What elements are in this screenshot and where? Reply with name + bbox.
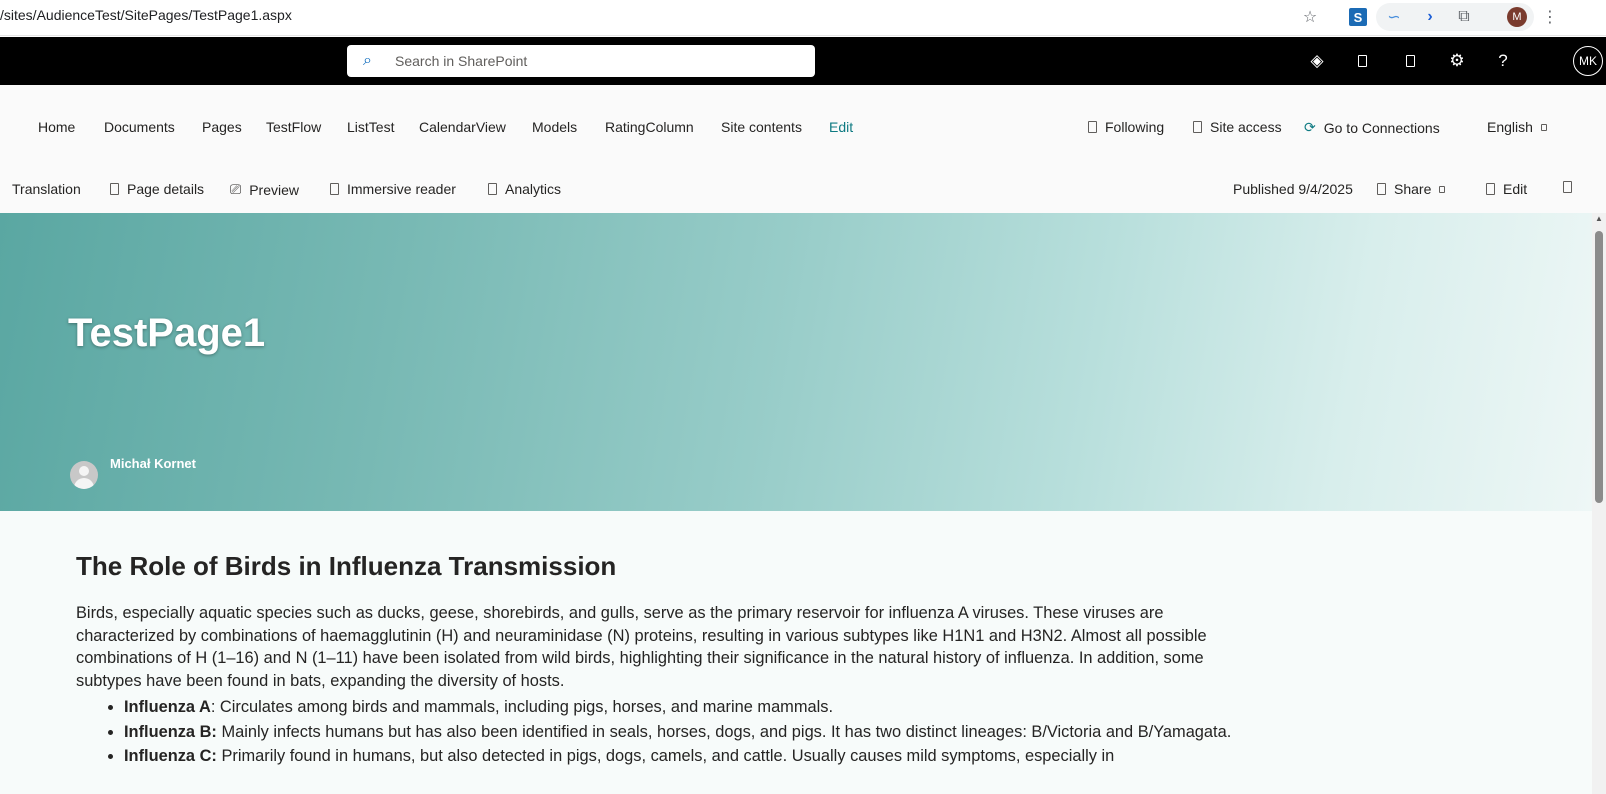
chevron-down-icon	[1439, 185, 1446, 193]
nav-home[interactable]: Home	[38, 119, 75, 135]
article-text-webpart: The Role of Birds in Influenza Transmiss…	[76, 551, 1246, 770]
article-paragraph: Birds, especially aquatic species such a…	[76, 604, 1207, 690]
connections-icon: ⟳	[1304, 119, 1316, 135]
nav-listtest[interactable]: ListTest	[347, 119, 394, 135]
preview-button[interactable]: ⎚ Preview	[230, 181, 299, 198]
nav-calendarview[interactable]: CalendarView	[419, 119, 506, 135]
analytics-icon	[488, 183, 497, 195]
analytics-button[interactable]: Analytics	[488, 181, 561, 197]
translation-button[interactable]: Translation	[12, 181, 81, 197]
page-title-banner: TestPage1 Michał Kornet	[0, 213, 1592, 511]
extensions-puzzle-icon[interactable]: ⧉	[1452, 5, 1476, 29]
article-heading: The Role of Birds in Influenza Transmiss…	[76, 551, 617, 581]
copilot-icon[interactable]: ◈	[1305, 49, 1329, 73]
published-status: Published 9/4/2025	[1233, 181, 1353, 197]
nav-site-contents[interactable]: Site contents	[721, 119, 802, 135]
page-title: TestPage1	[68, 311, 266, 355]
list-item: Influenza B: Mainly infects humans but h…	[124, 721, 1246, 744]
share-icon	[1377, 183, 1386, 195]
chevron-down-icon	[1540, 123, 1547, 131]
bookmark-star-icon[interactable]: ☆	[1298, 5, 1322, 29]
author-name[interactable]: Michał Kornet	[110, 456, 196, 471]
list-item: Influenza C: Primarily found in humans, …	[124, 745, 1246, 768]
page-details-button[interactable]: Page details	[110, 181, 204, 197]
immersive-reader-icon	[330, 183, 339, 195]
help-icon[interactable]: ?	[1491, 49, 1515, 73]
go-to-connections-button[interactable]: ⟳ Go to Connections	[1304, 119, 1440, 136]
page-content: The Role of Birds in Influenza Transmiss…	[0, 511, 1592, 794]
site-navigation: Home Documents Pages TestFlow ListTest C…	[0, 85, 1606, 163]
extension-flow-icon[interactable]: ∽	[1382, 5, 1406, 29]
app-icon[interactable]	[1398, 49, 1422, 73]
share-button[interactable]: Share	[1377, 181, 1446, 197]
page-command-bar: Translation Page details ⎚ Preview Immer…	[0, 163, 1606, 213]
user-avatar[interactable]: MK	[1573, 46, 1603, 76]
scroll-thumb[interactable]	[1595, 231, 1603, 503]
following-button[interactable]: Following	[1088, 119, 1164, 135]
page-details-icon	[110, 183, 119, 195]
immersive-reader-button[interactable]: Immersive reader	[330, 181, 456, 197]
suite-bar: ⌕ ◈ ⚙ ? MK	[0, 37, 1606, 85]
search-input[interactable]	[395, 53, 795, 69]
nav-pages[interactable]: Pages	[202, 119, 242, 135]
profile-avatar[interactable]: M	[1505, 5, 1529, 29]
language-selector[interactable]: English	[1487, 119, 1547, 135]
nav-ratingcolumn[interactable]: RatingColumn	[605, 119, 694, 135]
author-avatar[interactable]	[70, 461, 98, 489]
site-access-button[interactable]: Site access	[1193, 119, 1282, 135]
lock-icon	[1193, 121, 1202, 133]
extension-s-icon[interactable]: S	[1346, 5, 1370, 29]
browser-toolbar: /sites/AudienceTest/SitePages/TestPage1.…	[0, 0, 1606, 36]
settings-gear-icon[interactable]: ⚙	[1445, 49, 1469, 73]
nav-testflow[interactable]: TestFlow	[266, 119, 321, 135]
nav-edit-link[interactable]: Edit	[829, 119, 853, 135]
notifications-icon[interactable]	[1350, 49, 1374, 73]
browser-menu-icon[interactable]: ⋮	[1538, 5, 1562, 29]
list-item: Influenza A: Circulates among birds and …	[124, 696, 1246, 719]
preview-icon: ⎚	[230, 181, 242, 197]
influenza-types-list: Influenza A: Circulates among birds and …	[124, 696, 1246, 768]
nav-documents[interactable]: Documents	[104, 119, 175, 135]
expand-icon[interactable]	[1563, 181, 1572, 193]
search-icon: ⌕	[363, 52, 372, 69]
edit-icon	[1486, 183, 1495, 195]
extension-arrow-icon[interactable]: ›	[1418, 5, 1442, 29]
search-box[interactable]: ⌕	[347, 45, 815, 77]
scroll-up-arrow-icon[interactable]: ▲	[1595, 215, 1603, 223]
edit-page-button[interactable]: Edit	[1486, 181, 1527, 197]
star-icon	[1088, 121, 1097, 133]
nav-models[interactable]: Models	[532, 119, 577, 135]
page-scrollbar[interactable]: ▲	[1592, 213, 1606, 794]
address-bar-url[interactable]: /sites/AudienceTest/SitePages/TestPage1.…	[0, 7, 292, 23]
